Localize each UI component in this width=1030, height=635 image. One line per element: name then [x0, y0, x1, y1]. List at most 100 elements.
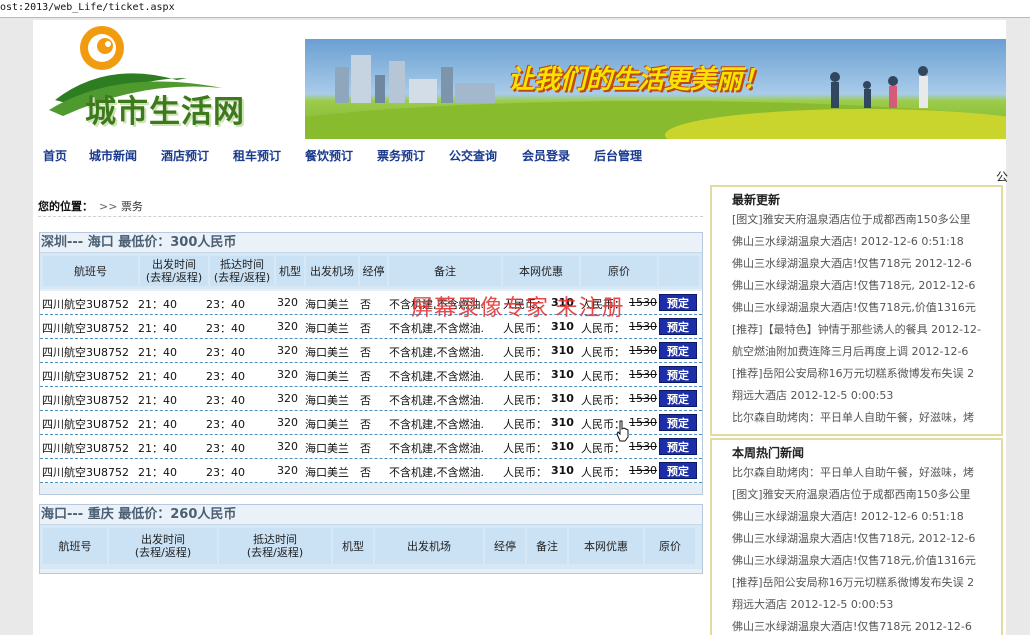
- news-link[interactable]: [图文]雅安天府温泉酒店位于成都西南150多公里: [732, 486, 998, 508]
- cell-airport: 海口美兰: [305, 394, 349, 407]
- cell-airport: 海口美兰: [305, 322, 349, 335]
- cell-flight: 四川航空3U8752: [42, 466, 130, 479]
- cell-arr: 23：40: [206, 442, 245, 455]
- cell-dep: 21：40: [138, 298, 177, 311]
- book-button[interactable]: 预定: [659, 342, 697, 359]
- news-link[interactable]: 佛山三水绿湖温泉大酒店!仅售718元 2012-12-6: [732, 255, 998, 277]
- nav-hotel[interactable]: 酒店预订: [161, 147, 209, 164]
- news-link[interactable]: 佛山三水绿湖温泉大酒店!仅售718元 2012-12-6: [732, 618, 998, 635]
- recorder-watermark: 屏幕录像专家 未注册: [411, 295, 625, 320]
- cell-dep: 21：40: [138, 442, 177, 455]
- book-button[interactable]: 预定: [659, 318, 697, 335]
- cell-airport: 海口美兰: [305, 298, 349, 311]
- cell-note: 不含机建,不含燃油.: [389, 394, 484, 407]
- cell-web-label: 人民币：: [503, 394, 547, 407]
- news-link[interactable]: 佛山三水绿湖温泉大酒店!仅售718元, 2012-12-6: [732, 277, 998, 299]
- nav-tickets[interactable]: 票务预订: [377, 147, 425, 164]
- book-button[interactable]: 预定: [659, 390, 697, 407]
- th-arr: 抵达时间 (去程/返程): [219, 528, 331, 564]
- news-link[interactable]: 翔远大酒店 2012-12-5 0:00:53: [732, 596, 998, 618]
- cell-web-label: 人民币：: [503, 322, 547, 335]
- nav-car-rental[interactable]: 租车预订: [233, 147, 281, 164]
- news-link[interactable]: [推荐]【最特色】钟情于那些诱人的餐具 2012-12-: [732, 321, 998, 343]
- latest-list: [图文]雅安天府温泉酒店位于成都西南150多公里 佛山三水绿湖温泉大酒店! 20…: [712, 211, 1001, 431]
- cell-orig-price: 1530: [629, 368, 657, 381]
- cell-airport: 海口美兰: [305, 466, 349, 479]
- nav-dining[interactable]: 餐饮预订: [305, 147, 353, 164]
- cell-orig-price: 1530: [629, 416, 657, 429]
- th-airport: 出发机场: [306, 256, 358, 286]
- breadcrumb-label: 您的位置：: [38, 200, 93, 213]
- cell-flight: 四川航空3U8752: [42, 394, 130, 407]
- cell-note: 不含机建,不含燃油.: [389, 466, 484, 479]
- cell-orig-price: 1530: [629, 320, 657, 333]
- flight-table-haikou-chongqing: 海口--- 重庆 最低价：260人民币 航班号 出发时间 (去程/返程) 抵达时…: [39, 504, 703, 574]
- news-link[interactable]: 佛山三水绿湖温泉大酒店!仅售718元,价值1316元: [732, 299, 998, 321]
- news-link[interactable]: [推荐]岳阳公安局称16万元切糕系微博发布失误 2: [732, 365, 998, 387]
- cell-stop: 否: [360, 370, 371, 383]
- news-link[interactable]: 佛山三水绿湖温泉大酒店!仅售718元,价值1316元: [732, 552, 998, 574]
- cell-note: 不含机建,不含燃油.: [389, 346, 484, 359]
- hot-list: 比尔森自助烤肉：平日单人自助午餐，好滋味，烤 [图文]雅安天府温泉酒店位于成都西…: [712, 464, 1001, 635]
- cell-airport: 海口美兰: [305, 370, 349, 383]
- cell-arr: 23：40: [206, 466, 245, 479]
- cell-arr: 23：40: [206, 418, 245, 431]
- cell-orig-label: 人民币：: [581, 442, 625, 455]
- nav-city-news[interactable]: 城市新闻: [89, 147, 137, 164]
- nav-home[interactable]: 首页: [43, 147, 67, 164]
- table-header: 航班号 出发时间 (去程/返程) 抵达时间 (去程/返程) 机型 出发机场 经停…: [40, 525, 702, 569]
- cell-web-label: 人民币：: [503, 370, 547, 383]
- banner-slogan: 让我们的生活更美丽！: [508, 65, 769, 95]
- cell-web-price: 310: [551, 464, 574, 477]
- news-link[interactable]: 翔远大酒店 2012-12-5 0:00:53: [732, 387, 998, 409]
- book-button[interactable]: 预定: [659, 462, 697, 479]
- cell-flight: 四川航空3U8752: [42, 346, 130, 359]
- news-link[interactable]: [图文]雅安天府温泉酒店位于成都西南150多公里: [732, 211, 998, 233]
- cell-flight: 四川航空3U8752: [42, 322, 130, 335]
- news-link[interactable]: 航空燃油附加费连降三月后再度上调 2012-12-6: [732, 343, 998, 365]
- address-bar[interactable]: ost:2013/web_Life/ticket.aspx: [0, 0, 1030, 18]
- latest-updates-box: 最新更新 [图文]雅安天府温泉酒店位于成都西南150多公里 佛山三水绿湖温泉大酒…: [710, 185, 1003, 436]
- news-link[interactable]: 比尔森自助烤肉：平日单人自助午餐，好滋味，烤: [732, 409, 998, 431]
- cell-web-label: 人民币：: [503, 466, 547, 479]
- th-stop: 经停: [485, 528, 525, 564]
- cell-orig-label: 人民币：: [581, 466, 625, 479]
- site-logo[interactable]: 城市生活网: [47, 20, 287, 130]
- news-link[interactable]: 佛山三水绿湖温泉大酒店! 2012-12-6 0:51:18: [732, 233, 998, 255]
- book-button[interactable]: 预定: [659, 414, 697, 431]
- news-link[interactable]: 佛山三水绿湖温泉大酒店! 2012-12-6 0:51:18: [732, 508, 998, 530]
- news-link[interactable]: 佛山三水绿湖温泉大酒店!仅售718元, 2012-12-6: [732, 530, 998, 552]
- news-link[interactable]: 比尔森自助烤肉：平日单人自助午餐，好滋味，烤: [732, 464, 998, 486]
- news-link[interactable]: [推荐]岳阳公安局称16万元切糕系微博发布失误 2: [732, 574, 998, 596]
- nav-bus[interactable]: 公交查询: [449, 147, 497, 164]
- th-note: 备注: [527, 528, 567, 564]
- cell-web-price: 310: [551, 416, 574, 429]
- table-row: 四川航空3U8752 21：40 23：40 320 海口美兰 否 不含机建,不…: [40, 387, 702, 411]
- th-stop: 经停: [360, 256, 387, 286]
- nav-login[interactable]: 会员登录: [522, 147, 570, 164]
- book-button[interactable]: 预定: [659, 294, 697, 311]
- book-button[interactable]: 预定: [659, 366, 697, 383]
- cell-model: 320: [277, 368, 298, 381]
- cell-flight: 四川航空3U8752: [42, 418, 130, 431]
- th-web-price: 本网优惠: [569, 528, 643, 564]
- book-button[interactable]: 预定: [659, 438, 697, 455]
- divider: [38, 216, 703, 217]
- cell-dep: 21：40: [138, 370, 177, 383]
- banner-image: 让我们的生活更美丽！: [305, 39, 1006, 139]
- breadcrumb-arrow: >>: [99, 200, 118, 213]
- cell-flight: 四川航空3U8752: [42, 298, 130, 311]
- cell-dep: 21：40: [138, 394, 177, 407]
- cell-orig-price: 1530: [629, 392, 657, 405]
- cell-stop: 否: [360, 322, 371, 335]
- nav-admin[interactable]: 后台管理: [594, 147, 642, 164]
- cell-model: 320: [277, 320, 298, 333]
- cell-orig-label: 人民币：: [581, 370, 625, 383]
- cell-stop: 否: [360, 466, 371, 479]
- url-text: ost:2013/web_Life/ticket.aspx: [0, 2, 175, 13]
- cell-web-label: 人民币：: [503, 346, 547, 359]
- hot-news-box: 本周热门新闻 比尔森自助烤肉：平日单人自助午餐，好滋味，烤 [图文]雅安天府温泉…: [710, 438, 1003, 635]
- cell-orig-label: 人民币：: [581, 346, 625, 359]
- cell-arr: 23：40: [206, 394, 245, 407]
- cell-dep: 21：40: [138, 346, 177, 359]
